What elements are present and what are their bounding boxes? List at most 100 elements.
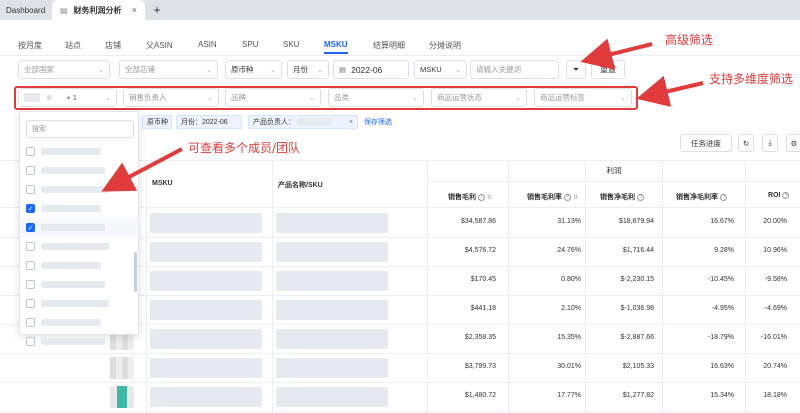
dropdown-scrollbar[interactable] bbox=[134, 252, 137, 292]
header-gross-profit[interactable]: 销售毛利? ⇅ bbox=[448, 192, 492, 202]
cell-net-margin: 15.34% bbox=[710, 392, 734, 399]
checkbox[interactable]: ✓ bbox=[26, 204, 35, 213]
cell-net-profit: $-2,230.15 bbox=[620, 276, 654, 283]
option-label bbox=[41, 300, 109, 307]
browser-tab-profit-analysis[interactable]: ▤ 财务利润分析 × bbox=[52, 0, 145, 20]
dropdown-option[interactable] bbox=[20, 313, 137, 332]
cell-net-margin: -4.95% bbox=[711, 305, 734, 312]
chevron-down-icon: ⌄ bbox=[317, 66, 323, 74]
sort-icon[interactable]: ⇅ bbox=[573, 194, 578, 201]
cell-net-profit: $2,105.33 bbox=[622, 363, 654, 370]
checkbox[interactable] bbox=[26, 242, 35, 251]
reset-button[interactable]: 重置 bbox=[591, 60, 625, 79]
tab-monthly[interactable]: 按月度 bbox=[18, 40, 42, 51]
dropdown-option[interactable] bbox=[20, 161, 137, 180]
checkbox[interactable] bbox=[26, 280, 35, 289]
tab-site[interactable]: 站点 bbox=[65, 40, 81, 51]
cell-gross-margin: 2.10% bbox=[561, 305, 581, 312]
product-thumbnail bbox=[110, 386, 134, 408]
header-net-margin[interactable]: 销售净毛利率? bbox=[676, 192, 727, 202]
new-tab-button[interactable]: + bbox=[145, 0, 169, 20]
chevron-down-icon: ⌄ bbox=[455, 66, 461, 74]
cell-roi: -16.01% bbox=[760, 334, 787, 341]
cell-roi: 20.00% bbox=[763, 218, 787, 225]
header-gross-margin[interactable]: 销售毛利率? ⇅ bbox=[527, 192, 578, 202]
refresh-button[interactable]: ↻ bbox=[738, 134, 754, 152]
cell-gross-profit: $3,799.73 bbox=[464, 363, 496, 370]
cell-net-margin: 16.63% bbox=[710, 363, 734, 370]
chip-owner[interactable]: 产品负责人： × bbox=[248, 115, 358, 129]
tab-spu[interactable]: SPU bbox=[242, 40, 258, 49]
cell-gross-margin: 0.80% bbox=[561, 276, 581, 283]
header-label: 销售净毛利率 bbox=[676, 194, 718, 201]
dropdown-option[interactable] bbox=[20, 332, 137, 351]
checkbox[interactable] bbox=[26, 299, 35, 308]
tab-asin[interactable]: ASIN bbox=[198, 40, 217, 49]
checkbox[interactable] bbox=[26, 337, 35, 346]
tab-sku[interactable]: SKU bbox=[283, 40, 299, 49]
msku-cell bbox=[150, 271, 262, 291]
settings-button[interactable]: ⚙ bbox=[786, 134, 800, 152]
store-select[interactable]: 全部店铺 ⌄ bbox=[119, 60, 218, 79]
header-label: 销售毛利率 bbox=[527, 194, 562, 201]
field-select[interactable]: MSKU ⌄ bbox=[414, 60, 467, 79]
help-icon: ? bbox=[637, 193, 644, 201]
header-net-profit[interactable]: 销售净毛利? bbox=[600, 192, 644, 202]
chip-month[interactable]: 月份：2022-06 bbox=[176, 115, 242, 129]
currency-select[interactable]: 原币种 ⌄ bbox=[225, 60, 282, 79]
select-value: 月份 bbox=[293, 65, 308, 74]
dropdown-option[interactable] bbox=[20, 256, 137, 275]
keyword-input[interactable]: 请输入关键词 bbox=[470, 60, 559, 79]
header-msku: MSKU bbox=[152, 180, 173, 187]
tab-store[interactable]: 店铺 bbox=[105, 40, 121, 51]
tab-allocation[interactable]: 分摊说明 bbox=[429, 40, 461, 51]
task-progress-button[interactable]: 任务进度 bbox=[680, 134, 732, 152]
help-icon: ? bbox=[478, 193, 485, 201]
sort-icon[interactable]: ⇅ bbox=[487, 194, 492, 201]
checkbox[interactable] bbox=[26, 261, 35, 270]
cell-net-margin: 9.28% bbox=[714, 247, 734, 254]
checkbox[interactable] bbox=[26, 318, 35, 327]
msku-cell bbox=[150, 213, 262, 233]
cell-net-margin: -10.45% bbox=[707, 276, 734, 283]
header-roi[interactable]: ROI? bbox=[768, 192, 790, 199]
month-picker[interactable]: ▦ 2022-06 bbox=[333, 60, 409, 79]
dropdown-option[interactable] bbox=[20, 180, 137, 199]
dropdown-option[interactable] bbox=[20, 237, 137, 256]
cell-net-margin: -18.79% bbox=[707, 334, 734, 341]
dropdown-option[interactable] bbox=[20, 294, 137, 313]
dropdown-option[interactable] bbox=[20, 142, 137, 161]
msku-cell bbox=[150, 242, 262, 262]
tab-msku[interactable]: MSKU bbox=[324, 40, 348, 54]
cell-gross-margin: 17.77% bbox=[557, 392, 581, 399]
checkbox[interactable] bbox=[26, 147, 35, 156]
product-thumbnail bbox=[110, 357, 134, 379]
tab-settlement[interactable]: 结算明细 bbox=[373, 40, 405, 51]
save-filter-link[interactable]: 保存筛选 bbox=[364, 117, 392, 127]
close-icon[interactable]: × bbox=[349, 119, 353, 126]
checkbox[interactable] bbox=[26, 166, 35, 175]
close-icon[interactable]: × bbox=[132, 5, 137, 15]
checkbox[interactable]: ✓ bbox=[26, 223, 35, 232]
gear-icon: ⚙ bbox=[790, 138, 798, 148]
dropdown-option[interactable]: ✓ bbox=[20, 199, 137, 218]
cell-net-profit: $-1,036.98 bbox=[620, 305, 654, 312]
dropdown-search-input[interactable]: 搜索 bbox=[26, 120, 134, 138]
help-icon: ? bbox=[782, 192, 790, 199]
site-select[interactable]: 全部国家 ⌄ bbox=[18, 60, 110, 79]
chip-value bbox=[297, 118, 331, 126]
tab-parent-asin[interactable]: 父ASIN bbox=[146, 40, 173, 51]
cell-net-profit: $1,277.82 bbox=[622, 392, 654, 399]
highlight-box bbox=[14, 86, 638, 110]
browser-tab-dashboard[interactable]: Dashboard bbox=[0, 0, 52, 20]
chip-currency[interactable]: 原币种 bbox=[142, 115, 172, 129]
help-icon: ? bbox=[720, 193, 727, 201]
dropdown-option[interactable] bbox=[20, 275, 137, 294]
header-label: ROI bbox=[768, 192, 781, 199]
period-select[interactable]: 月份 ⌄ bbox=[287, 60, 329, 79]
download-button[interactable]: ⤓ bbox=[762, 134, 778, 152]
advanced-filter-button[interactable]: ⏷ bbox=[566, 60, 586, 79]
checkbox[interactable] bbox=[26, 185, 35, 194]
msku-cell bbox=[150, 300, 262, 320]
dropdown-option[interactable]: ✓ bbox=[20, 218, 137, 237]
